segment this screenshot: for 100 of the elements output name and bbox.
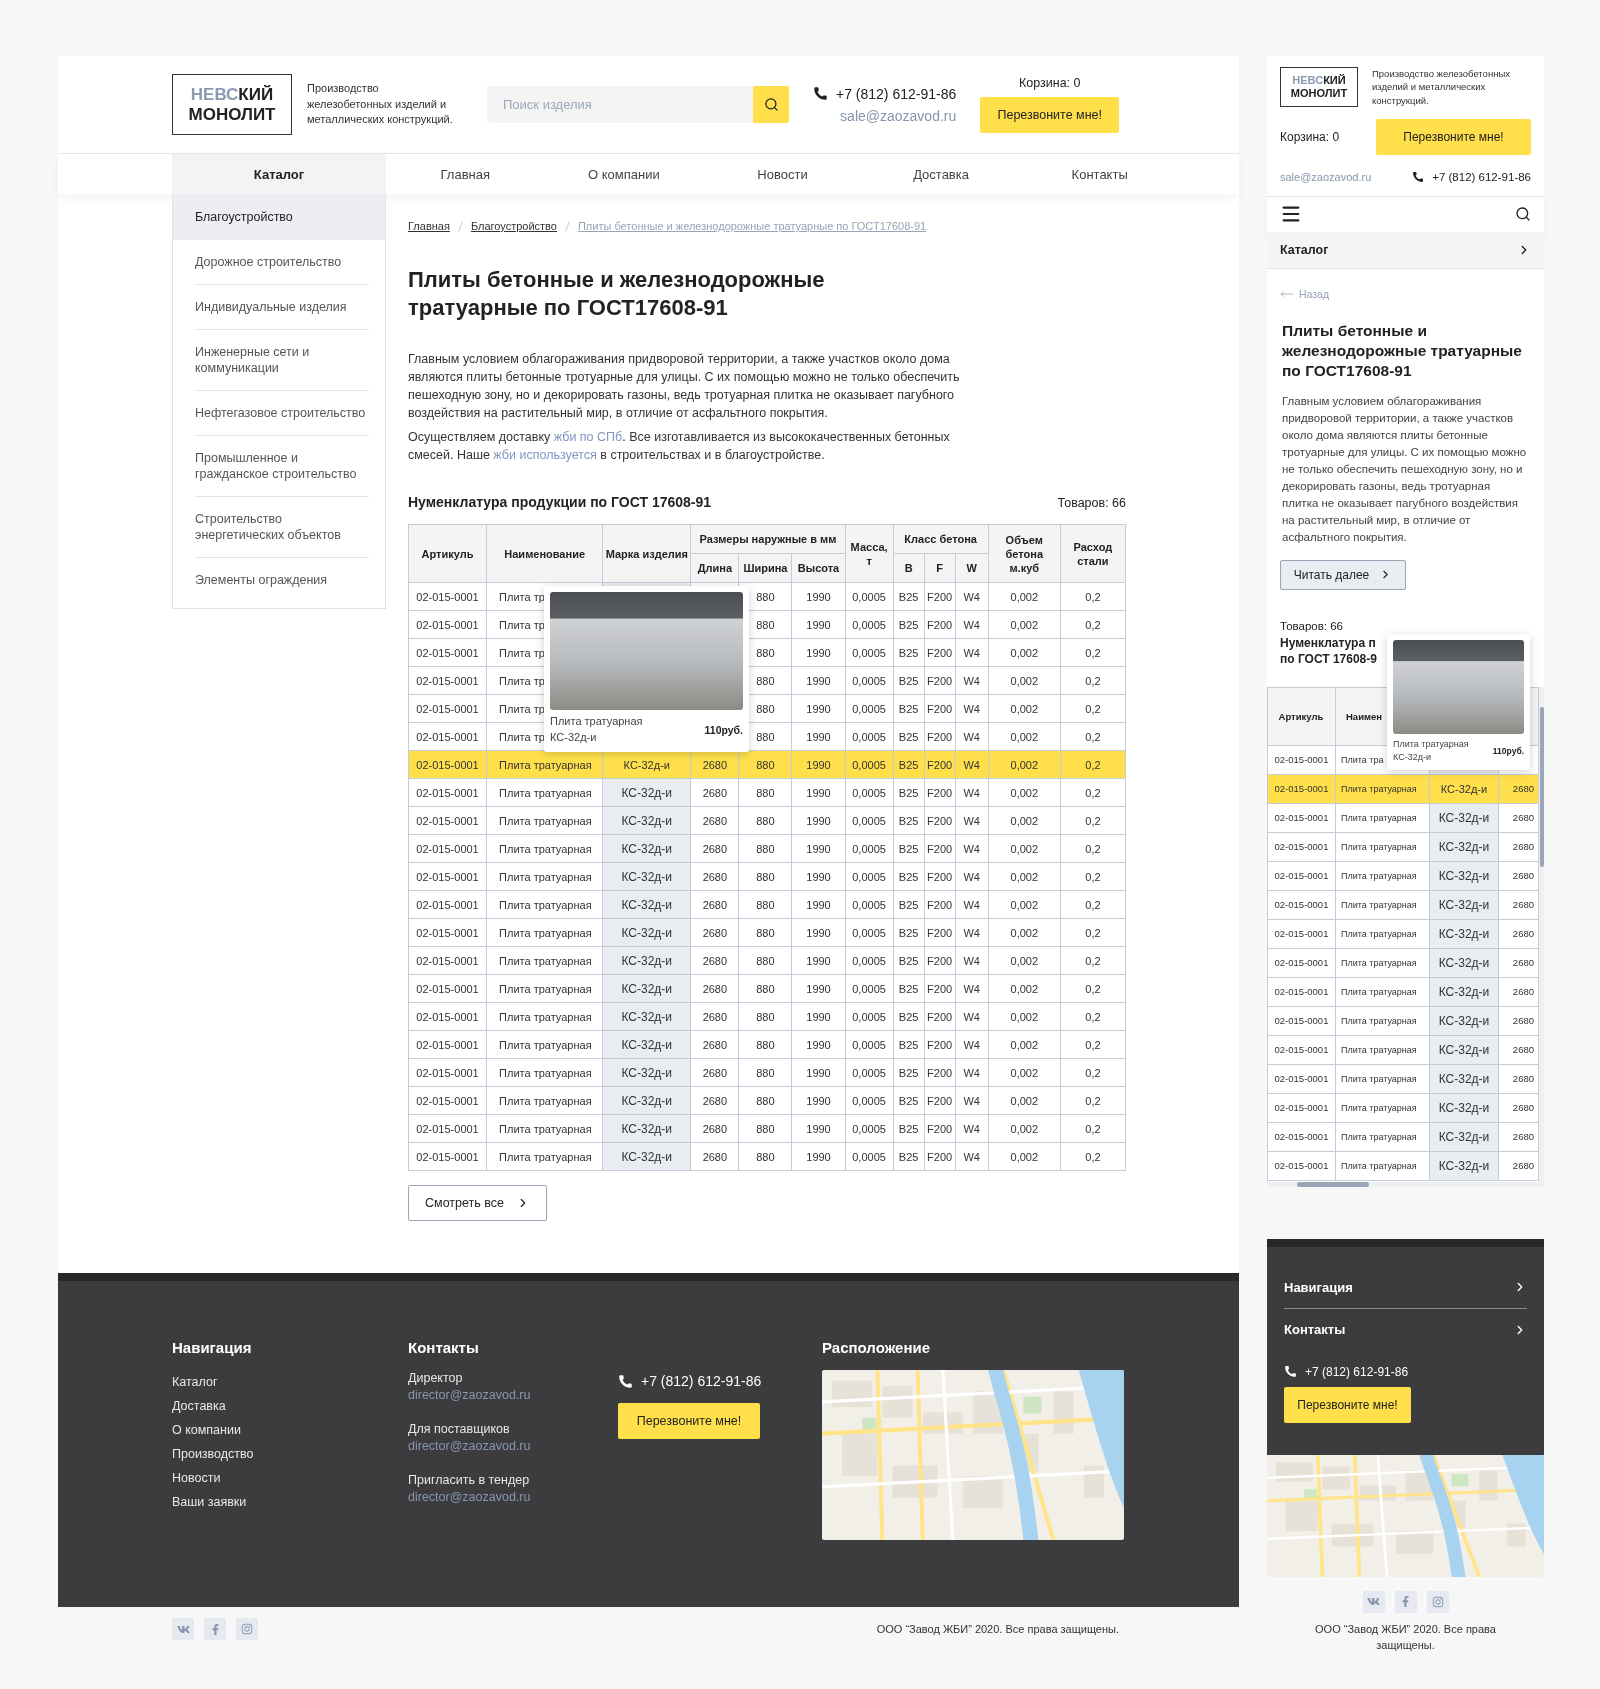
sidebar-item[interactable]: Индивидуальные изделия bbox=[195, 285, 369, 330]
page-title: Плиты бетонные и железнодорожные тратуарные по ГОСТ17608-91 bbox=[408, 266, 826, 322]
nav-tab[interactable]: Контакты bbox=[1020, 154, 1179, 194]
catalog-row[interactable]: Каталог bbox=[1267, 231, 1544, 269]
nav-tab[interactable]: Главная bbox=[386, 154, 545, 194]
footer-link[interactable]: Доставка bbox=[172, 1394, 408, 1418]
table-row[interactable]: 02-015-0001 Плита тратуарная КС-32д-и 2680 bbox=[1267, 803, 1539, 833]
phone-number[interactable]: +7 (812) 612-91-86 bbox=[1432, 170, 1531, 183]
table-cell: B25 bbox=[893, 1142, 925, 1171]
table-row[interactable]: 02-015-0001 Плита тратуарная КС-32д-и 2680 880 1990 0,0005 B25 F200 W4 0,002 0,2 bbox=[408, 1086, 1126, 1115]
breadcrumb-link[interactable]: Благоустройство bbox=[470, 220, 557, 232]
callback-button[interactable]: Перезвоните мне! bbox=[980, 97, 1120, 133]
table-cell: 880 bbox=[738, 862, 792, 891]
table-row[interactable]: 02-015-0001 Плита тратуарная КС-32д-и 2680 880 1990 0,0005 B25 F200 W4 0,002 0,2 bbox=[408, 974, 1126, 1003]
read-more-button[interactable]: Читать далее bbox=[1280, 559, 1406, 590]
footer-heading: Навигация bbox=[172, 1339, 253, 1356]
sidebar-item[interactable]: Нефтегазовое строительство bbox=[195, 391, 369, 436]
footer-section-toggle[interactable]: Контакты bbox=[1284, 1308, 1527, 1351]
table-row[interactable]: 02-015-0001 Плита тратуарная КС-32д-и 2680 bbox=[1267, 861, 1539, 891]
sidebar-item[interactable]: Элементы ограждения bbox=[195, 558, 369, 602]
email-link[interactable]: director@zaozavod.ru bbox=[408, 1438, 618, 1455]
email-link[interactable]: director@zaozavod.ru bbox=[408, 1489, 618, 1506]
column-header: Класс бетона bbox=[893, 524, 989, 554]
footer-link[interactable]: Новости bbox=[172, 1466, 408, 1490]
table-cell: F200 bbox=[924, 582, 956, 611]
sidebar-item[interactable]: Инженерные сети и коммуникации bbox=[195, 330, 369, 391]
sidebar-item[interactable]: Строительство энергетических объектов bbox=[195, 497, 369, 558]
table-cell: W4 bbox=[955, 806, 989, 835]
table-row[interactable]: 02-015-0001 Плита тратуарная КС-32д-и 2680 bbox=[1267, 890, 1539, 920]
logo[interactable]: НЕВСКИЙ МОНОЛИТ bbox=[172, 74, 292, 135]
table-row[interactable]: 02-015-0001 Плита тратуарная КС-32д-и 2680 880 1990 0,0005 B25 F200 W4 0,002 0,2 bbox=[408, 750, 1126, 779]
table-row[interactable]: 02-015-0001 Плита тратуарная КС-32д-и 2680 bbox=[1267, 919, 1539, 949]
footer-section-toggle[interactable]: Навигация bbox=[1284, 1266, 1527, 1309]
scrollbar[interactable] bbox=[1267, 1181, 1544, 1187]
table-row[interactable]: 02-015-0001 Плита тратуарная КС-32д-и 2680 880 1990 0,0005 B25 F200 W4 0,002 0,2 bbox=[408, 862, 1126, 891]
email-link[interactable]: director@zaozavod.ru bbox=[408, 1387, 618, 1404]
callback-button[interactable]: Перезвоните мне! bbox=[1284, 1386, 1411, 1423]
table-row[interactable]: 02-015-0001 Плита тратуарная КС-32д-и 2680 880 1990 0,0005 B25 F200 W4 0,002 0,2 bbox=[408, 1058, 1126, 1087]
table-row[interactable]: 02-015-0001 Плита тратуарная КС-32д-и 2680 bbox=[1267, 1093, 1539, 1123]
table-cell: КС-32д-и bbox=[602, 918, 691, 947]
nav-tab[interactable]: О компании bbox=[544, 154, 704, 194]
table-row[interactable]: 02-015-0001 Плита тратуарная КС-32д-и 2680 bbox=[1267, 977, 1539, 1007]
footer-link[interactable]: Каталог bbox=[172, 1370, 408, 1394]
facebook-icon[interactable] bbox=[204, 1618, 226, 1640]
table-row[interactable]: 02-015-0001 Плита тратуарная КС-32д-и 2680 880 1990 0,0005 B25 F200 W4 0,002 0,2 bbox=[408, 1030, 1126, 1059]
footer-link[interactable]: О компании bbox=[172, 1418, 408, 1442]
cart-count[interactable]: Корзина: 0 bbox=[1280, 129, 1340, 144]
contact-label: Директор bbox=[408, 1370, 464, 1387]
table-row[interactable]: 02-015-0001 Плита тратуарная КС-32д-и 2680 880 1990 0,0005 B25 F200 W4 0,002 0,2 bbox=[408, 806, 1126, 835]
table-row[interactable]: 02-015-0001 Плита тратуарная КС-32д-и 2680 bbox=[1267, 1035, 1539, 1065]
table-row[interactable]: 02-015-0001 Плита тратуарная КС-32д-и 2680 bbox=[1267, 832, 1539, 862]
table-cell: 2680 bbox=[690, 1142, 739, 1171]
sidebar-item[interactable]: Дорожное строительство bbox=[195, 240, 369, 285]
phone-number[interactable]: +7 (812) 612-91-86 bbox=[641, 1373, 762, 1389]
scrollbar[interactable] bbox=[1539, 686, 1544, 1182]
callback-button[interactable]: Перезвоните мне! bbox=[618, 1403, 760, 1439]
column-header: Объем бетона м.куб bbox=[988, 524, 1061, 583]
view-all-button[interactable]: Смотреть все bbox=[408, 1185, 547, 1221]
nav-tab[interactable]: Доставка bbox=[861, 154, 1021, 194]
callback-button[interactable]: Перезвоните мне! bbox=[1376, 118, 1531, 155]
table-row[interactable]: 02-015-0001 Плита тратуарная КС-32д-и 2680 bbox=[1267, 948, 1539, 978]
table-row[interactable]: 02-015-0001 Плита тратуарная КС-32д-и 2680 880 1990 0,0005 B25 F200 W4 0,002 0,2 bbox=[408, 778, 1126, 807]
table-row[interactable]: 02-015-0001 Плита тратуарная КС-32д-и 2680 880 1990 0,0005 B25 F200 W4 0,002 0,2 bbox=[408, 890, 1126, 919]
nav-tab[interactable]: Новости bbox=[703, 154, 862, 194]
table-row[interactable]: 02-015-0001 Плита тратуарная КС-32д-и 2680 880 1990 0,0005 B25 F200 W4 0,002 0,2 bbox=[408, 1002, 1126, 1031]
sidebar-item[interactable]: Промышленное и гражданское строительство bbox=[195, 436, 369, 497]
footer-link[interactable]: Производство bbox=[172, 1442, 408, 1466]
table-row[interactable]: 02-015-0001 Плита тратуарная КС-32д-и 2680 880 1990 0,0005 B25 F200 W4 0,002 0,2 bbox=[408, 834, 1126, 863]
table-row[interactable]: 02-015-0001 Плита тратуарная КС-32д-и 2680 bbox=[1267, 774, 1539, 804]
phone-number[interactable]: +7 (812) 612-91-86 bbox=[836, 85, 957, 102]
table-row[interactable]: 02-015-0001 Плита тратуарная КС-32д-и 2680 880 1990 0,0005 B25 F200 W4 0,002 0,2 bbox=[408, 918, 1126, 947]
table-row[interactable]: 02-015-0001 Плита тратуарная КС-32д-и 2680 bbox=[1267, 1122, 1539, 1152]
cart-count[interactable]: Корзина: 0 bbox=[1019, 76, 1081, 90]
breadcrumb-link[interactable]: Главная bbox=[408, 220, 450, 232]
map-drawing[interactable] bbox=[1267, 1454, 1544, 1577]
logo[interactable]: НЕВСКИЙ МОНОЛИТ bbox=[1280, 67, 1358, 107]
search-icon[interactable] bbox=[1515, 206, 1531, 223]
table-cell: 2680 bbox=[690, 1030, 739, 1059]
search-button[interactable] bbox=[753, 86, 789, 123]
vk-icon[interactable] bbox=[172, 1618, 194, 1640]
table-row[interactable]: 02-015-0001 Плита тратуарная КС-32д-и 2680 880 1990 0,0005 B25 F200 W4 0,002 0,2 bbox=[408, 946, 1126, 975]
table-row[interactable]: 02-015-0001 Плита тратуарная КС-32д-и 2680 bbox=[1267, 1064, 1539, 1094]
table-cell: 2680 bbox=[1498, 890, 1539, 920]
table-row[interactable]: 02-015-0001 Плита тратуарная КС-32д-и 2680 bbox=[1267, 1006, 1539, 1036]
phone-number[interactable]: +7 (812) 612-91-86 bbox=[1305, 1364, 1409, 1379]
footer-link[interactable]: Ваши заявки bbox=[172, 1490, 408, 1514]
phone-icon bbox=[1412, 170, 1425, 183]
instagram-icon[interactable] bbox=[1426, 1590, 1449, 1613]
map-drawing[interactable] bbox=[822, 1370, 1124, 1540]
nav-tab[interactable]: Каталог bbox=[172, 154, 386, 194]
table-row[interactable]: 02-015-0001 Плита тратуарная КС-32д-и 2680 880 1990 0,0005 B25 F200 W4 0,002 0,2 bbox=[408, 1142, 1126, 1171]
instagram-icon[interactable] bbox=[236, 1618, 258, 1640]
table-cell: 1990 bbox=[791, 582, 846, 611]
search-field[interactable]: Поиск изделия bbox=[487, 86, 753, 123]
table-row[interactable]: 02-015-0001 Плита тратуарная КС-32д-и 2680 bbox=[1267, 1151, 1539, 1181]
table-cell: 02-015-0001 bbox=[1267, 1122, 1336, 1152]
facebook-icon[interactable] bbox=[1394, 1590, 1417, 1613]
sidebar-item[interactable]: Благоустройство bbox=[173, 194, 385, 240]
table-row[interactable]: 02-015-0001 Плита тратуарная КС-32д-и 2680 880 1990 0,0005 B25 F200 W4 0,002 0,2 bbox=[408, 1114, 1126, 1143]
vk-icon[interactable] bbox=[1362, 1590, 1385, 1613]
